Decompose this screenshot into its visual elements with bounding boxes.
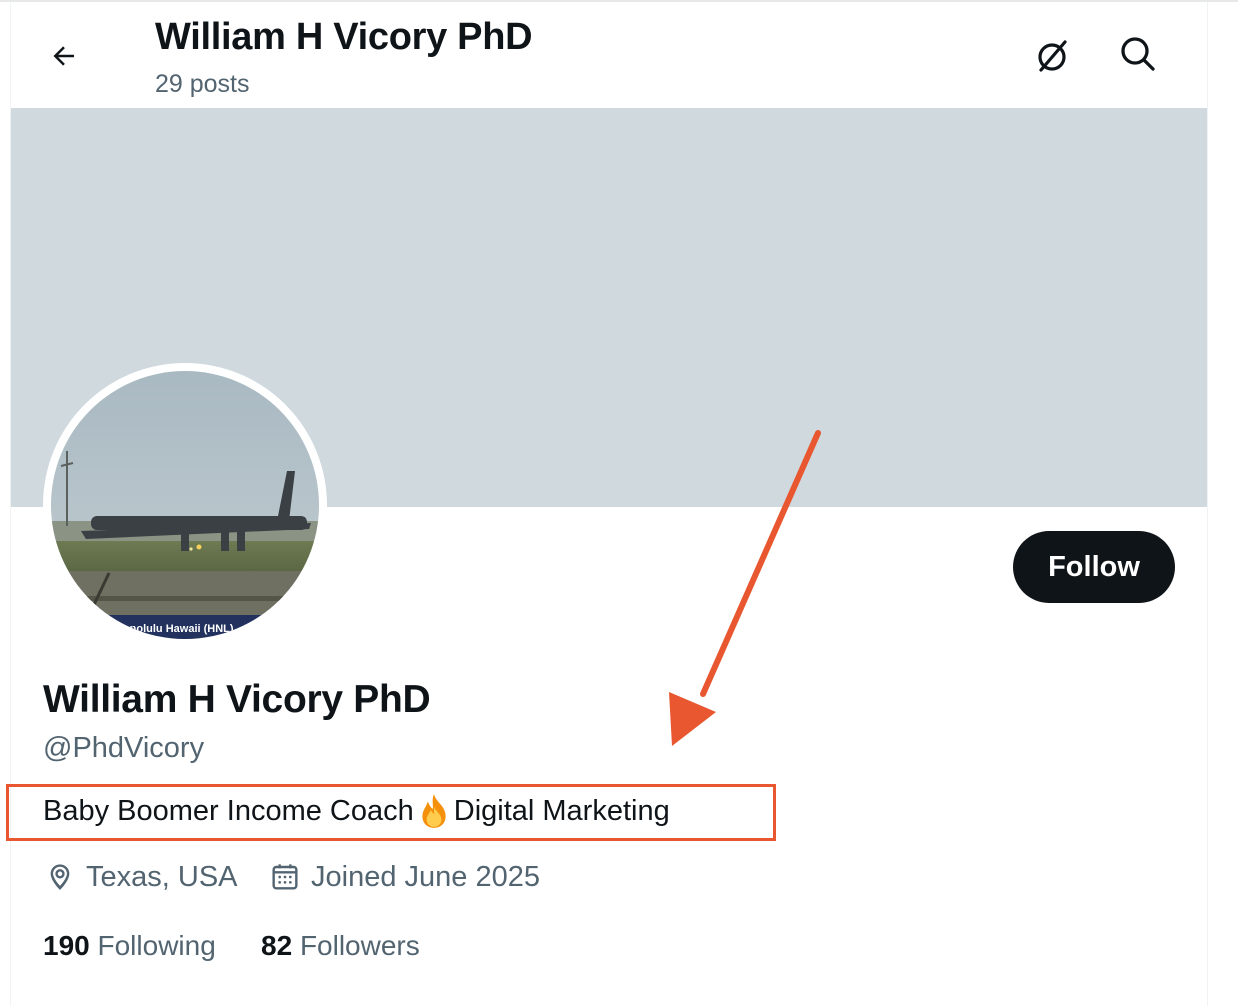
avatar-caption: Honolulu Hawaii (HNL): [115, 623, 234, 635]
joined-text: Joined June 2025: [311, 861, 540, 893]
profile-joined: Joined June 2025: [269, 858, 540, 896]
grok-button[interactable]: [1024, 28, 1080, 84]
location-text: Texas, USA: [86, 861, 238, 893]
header-post-count: 29 posts: [155, 70, 250, 98]
avatar-image: Honolulu Hawaii (HNL): [51, 371, 319, 639]
location-pin-icon: [50, 864, 70, 890]
search-button[interactable]: [1110, 26, 1166, 82]
followers-link[interactable]: 82 Followers: [261, 927, 420, 965]
search-icon: [1121, 37, 1155, 71]
profile-handle: @PhdVicory: [43, 732, 205, 764]
column-border-right: [1207, 2, 1208, 1006]
follow-button[interactable]: Follow: [1013, 531, 1175, 603]
grok-icon: [1038, 40, 1067, 72]
followers-label: Followers: [299, 930, 420, 961]
profile-location: Texas, USA: [44, 858, 238, 896]
calendar-icon: [272, 864, 298, 890]
header-title: William H Vicory PhD: [155, 16, 533, 58]
followers-count: 82: [261, 930, 293, 961]
avatar[interactable]: Honolulu Hawaii (HNL): [43, 363, 327, 647]
bio-text-part2: Digital Marketing: [453, 795, 670, 827]
fire-emoji-icon: [422, 794, 446, 828]
top-divider: [0, 0, 1238, 2]
following-label: Following: [97, 930, 216, 961]
following-link[interactable]: 190 Following: [43, 927, 216, 965]
bio-text-part1: Baby Boomer Income Coach: [43, 795, 414, 827]
profile-name: William H Vicory PhD: [43, 678, 431, 721]
back-arrow-icon: [53, 46, 74, 66]
following-count: 190: [43, 930, 90, 961]
profile-bio: Baby Boomer Income Coach Digital Marketi…: [43, 792, 670, 830]
back-button[interactable]: [38, 30, 90, 82]
